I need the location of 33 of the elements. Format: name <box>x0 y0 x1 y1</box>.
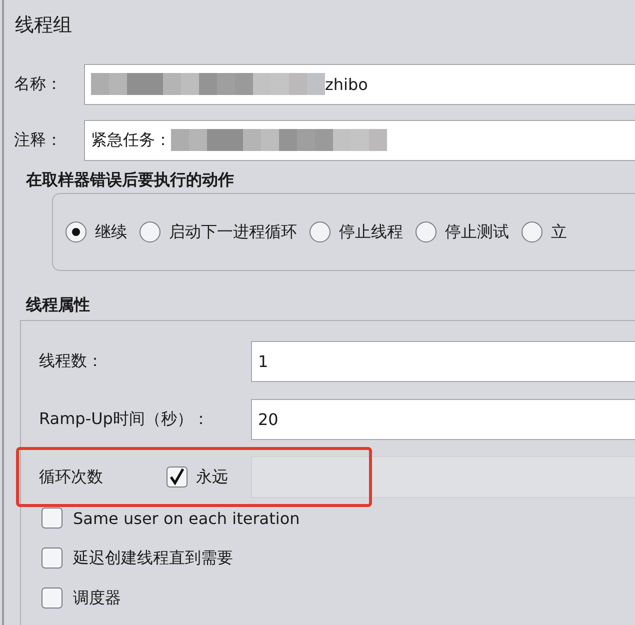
field-value: 紧急任务： <box>91 130 171 150</box>
panel-title: 线程组 <box>14 13 73 38</box>
field-label: 线程数： <box>38 350 104 372</box>
checkbox[interactable] <box>41 547 63 569</box>
radio-button[interactable] <box>309 221 331 243</box>
comment-field[interactable]: 紧急任务： <box>84 120 635 160</box>
radio-label: 停止线程 <box>339 222 403 242</box>
field-label: 循环次数 <box>38 466 104 488</box>
checkbox-label: 永远 <box>196 466 228 488</box>
field-value: zhibo <box>325 74 368 94</box>
radio-label: 立 <box>551 222 567 242</box>
radio-label: 停止测试 <box>445 222 509 242</box>
checkbox-label: 调度器 <box>73 588 121 608</box>
radio-button[interactable] <box>521 221 543 243</box>
radio-label: 启动下一进程循环 <box>169 222 297 242</box>
checkbox[interactable] <box>41 507 63 529</box>
checkbox[interactable] <box>166 466 188 488</box>
checkbox-label: Same user on each iteration <box>73 508 300 528</box>
radio-button[interactable] <box>65 221 87 243</box>
comment-label: 注释： <box>13 130 63 150</box>
radio-label: 继续 <box>95 222 127 242</box>
loop-count-field[interactable] <box>251 456 635 498</box>
threads-field[interactable]: 1 <box>251 340 635 382</box>
radio-button[interactable] <box>139 221 161 243</box>
radio-button[interactable] <box>415 221 437 243</box>
checkbox-label: 延迟创建线程直到需要 <box>73 548 233 568</box>
ramp-up-field[interactable]: 20 <box>251 398 635 440</box>
name-label: 名称： <box>13 74 63 94</box>
name-field[interactable]: zhibo <box>84 64 635 104</box>
field-label: Ramp-Up时间（秒）： <box>38 408 210 430</box>
checkbox[interactable] <box>41 587 63 609</box>
section-title: 线程属性 <box>24 294 91 316</box>
section-title: 在取样器错误后要执行的动作 <box>24 169 235 191</box>
